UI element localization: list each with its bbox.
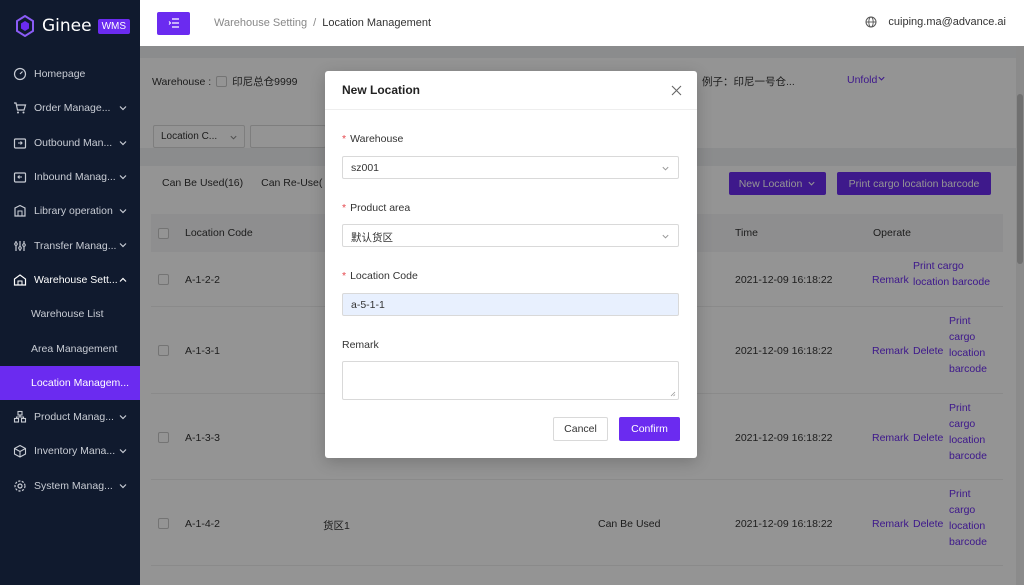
breadcrumb-separator: / xyxy=(313,17,317,29)
new-location-dialog: New Location * Warehouse sz001 * Product a… xyxy=(325,71,697,458)
sidebar-item-label: Area Management xyxy=(31,342,118,355)
label-text: Location Code xyxy=(350,270,418,282)
sidebar-item-label: Location Managem... xyxy=(31,376,130,389)
sidebar-item-label: Warehouse List xyxy=(31,308,104,321)
required-mark: * xyxy=(342,270,347,282)
chevron-down-icon xyxy=(119,449,127,454)
brand-badge: WMS xyxy=(97,18,131,34)
sidebar-item-label: Inbound Manag... xyxy=(34,171,116,184)
sidebar-item-system[interactable]: System Manag... xyxy=(0,469,140,503)
inbound-icon xyxy=(13,172,27,183)
ginee-logo-icon xyxy=(16,15,34,37)
cancel-button[interactable]: Cancel xyxy=(553,417,608,441)
remark-field-label: Remark xyxy=(342,339,379,351)
breadcrumb: Warehouse Setting / Location Management xyxy=(214,17,431,29)
sidebar-item-label: Library operation xyxy=(34,205,113,218)
location-code-field-label: * Location Code xyxy=(342,270,418,282)
select-value: sz001 xyxy=(351,162,380,174)
select-value: 默认货区 xyxy=(351,232,393,244)
required-mark: * xyxy=(342,202,347,214)
sidebar-item-outbound[interactable]: Outbound Man... xyxy=(0,126,140,160)
chevron-down-icon xyxy=(119,415,127,420)
sidebar-item-product[interactable]: Product Manag... xyxy=(0,400,140,434)
required-mark: * xyxy=(342,133,347,145)
label-text: Product area xyxy=(350,202,411,214)
chevron-down-icon xyxy=(119,174,127,180)
chevron-down-icon xyxy=(662,234,669,239)
sidebar-item-inventory[interactable]: Inventory Mana... xyxy=(0,434,140,468)
resize-handle-icon[interactable] xyxy=(670,391,676,397)
sidebar-item-homepage[interactable]: Homepage xyxy=(0,57,140,91)
product-area-field-label: * Product area xyxy=(342,202,410,214)
breadcrumb-current: Location Management xyxy=(322,17,432,29)
chevron-down-icon xyxy=(119,140,127,145)
sidebar-item-order[interactable]: Order Manage... xyxy=(0,91,140,125)
sidebar-subitem-warehouse-list[interactable]: Warehouse List xyxy=(0,297,140,331)
sidebar-item-label: Transfer Manag... xyxy=(34,239,117,252)
menu-toggle-button[interactable] xyxy=(157,11,190,35)
globe-icon[interactable] xyxy=(865,16,877,28)
chevron-up-icon xyxy=(119,277,127,282)
warehouse-select[interactable]: sz001 xyxy=(342,156,679,179)
breadcrumb-parent[interactable]: Warehouse Setting xyxy=(214,17,307,29)
brand-name: Ginee xyxy=(42,16,92,36)
transfer-icon xyxy=(14,240,26,251)
dialog-title: New Location xyxy=(342,83,421,97)
library-icon xyxy=(14,205,26,217)
sidebar-item-library[interactable]: Library operation xyxy=(0,194,140,228)
input-value: a-5-1-1 xyxy=(351,299,385,311)
warehouse-field-label: * Warehouse xyxy=(342,133,403,145)
remark-textarea[interactable] xyxy=(342,361,679,400)
product-area-select[interactable]: 默认货区 xyxy=(342,224,679,247)
sidebar-menu: Homepage Order Manage... Outbound Man...… xyxy=(0,57,140,503)
chevron-down-icon xyxy=(119,243,127,248)
chevron-down-icon xyxy=(119,483,127,488)
sidebar-subitem-area-management[interactable]: Area Management xyxy=(0,331,140,365)
dialog-header: New Location xyxy=(325,71,697,110)
sidebar-item-label: System Manag... xyxy=(34,479,113,492)
top-header: Warehouse Setting / Location Management cu… xyxy=(140,0,1024,46)
product-icon xyxy=(13,411,27,423)
gear-icon xyxy=(14,480,26,492)
outbound-icon xyxy=(13,138,27,149)
sidebar-subitem-location-management[interactable]: Location Managem... xyxy=(0,365,140,400)
user-email[interactable]: cuiping.ma@advance.ai xyxy=(888,16,1006,28)
sidebar-item-transfer[interactable]: Transfer Manag... xyxy=(0,228,140,262)
sidebar-item-warehouse-setting[interactable]: Warehouse Sett... xyxy=(0,263,140,297)
chevron-down-icon xyxy=(119,106,127,111)
sidebar-item-label: Outbound Man... xyxy=(34,136,113,149)
sidebar-item-label: Order Manage... xyxy=(34,102,111,115)
cart-icon xyxy=(14,102,27,114)
confirm-button[interactable]: Confirm xyxy=(619,417,680,441)
logo: Ginee WMS xyxy=(0,0,140,52)
chevron-down-icon xyxy=(662,166,669,171)
sidebar-item-label: Homepage xyxy=(34,68,86,81)
sidebar-item-label: Inventory Mana... xyxy=(34,445,116,458)
label-text: Warehouse xyxy=(350,133,404,145)
sidebar-item-label: Product Manag... xyxy=(34,411,114,424)
close-icon[interactable] xyxy=(671,85,682,96)
chevron-down-icon xyxy=(119,209,127,214)
inventory-icon xyxy=(13,445,27,459)
menu-fold-icon xyxy=(168,18,179,28)
sidebar: Ginee WMS Homepage Order Manage... Outbo… xyxy=(0,0,140,585)
gauge-icon xyxy=(13,68,27,81)
warehouse-icon xyxy=(13,274,27,286)
sidebar-item-label: Warehouse Sett... xyxy=(34,273,118,286)
location-code-field[interactable]: a-5-1-1 xyxy=(342,293,679,316)
sidebar-item-inbound[interactable]: Inbound Manag... xyxy=(0,160,140,194)
